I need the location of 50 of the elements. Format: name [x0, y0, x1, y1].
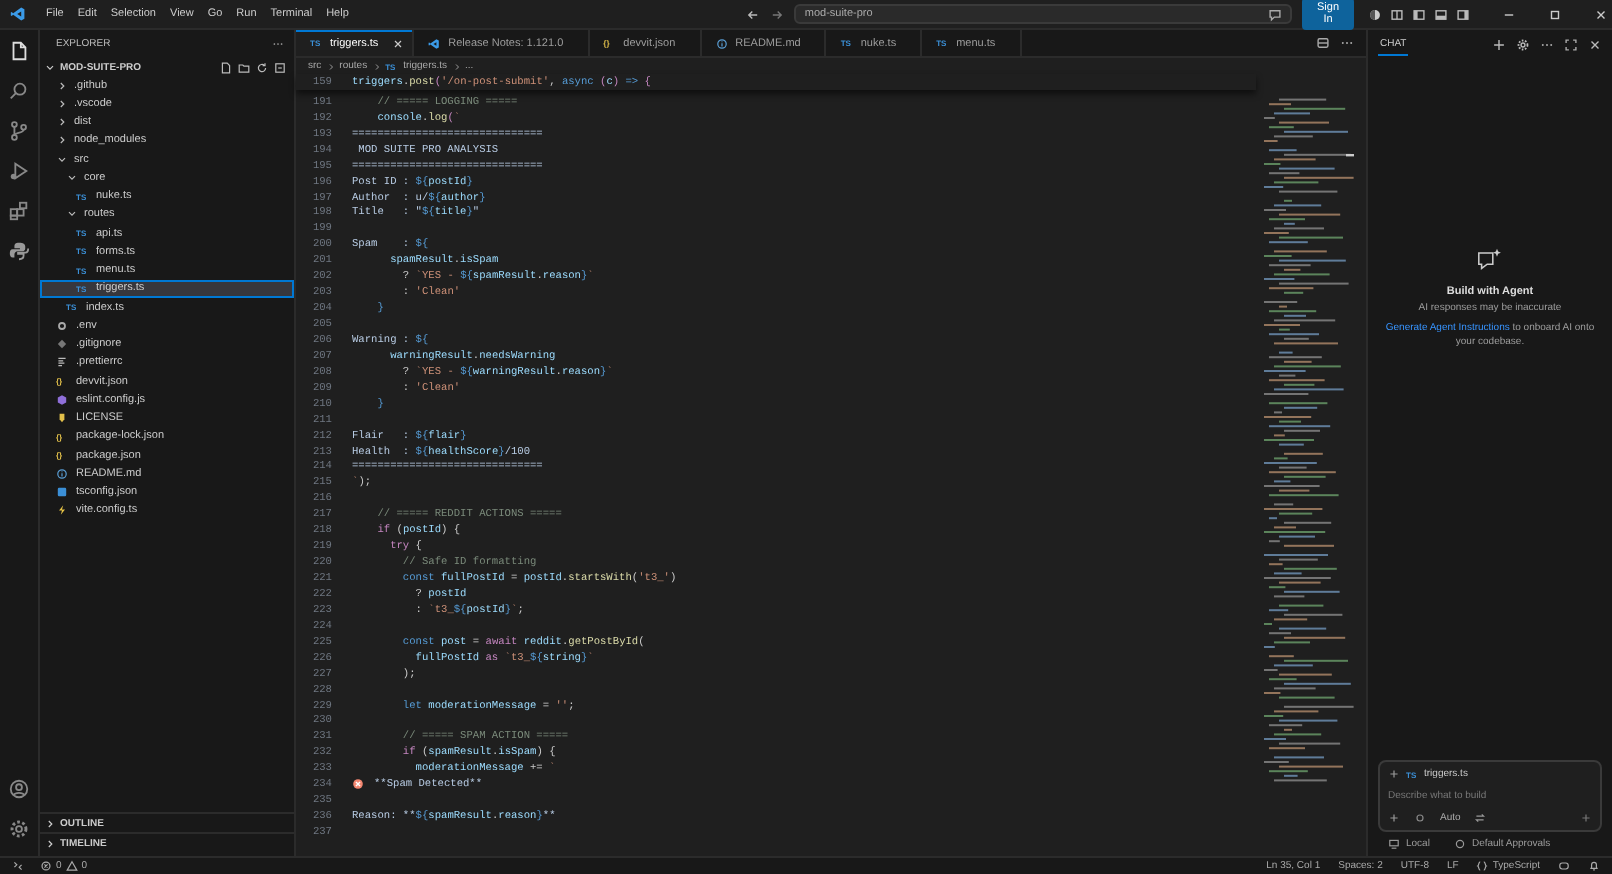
error-icon[interactable]	[352, 778, 364, 791]
maximize-icon[interactable]	[1564, 37, 1578, 51]
snake-logo-icon[interactable]	[8, 240, 30, 262]
chevron-down-icon	[66, 208, 78, 221]
chevron-down-icon[interactable]	[44, 61, 56, 73]
refresh-icon[interactable]	[256, 61, 268, 73]
close-icon[interactable]	[392, 37, 405, 49]
file-type-icon	[56, 356, 68, 369]
source-control-icon[interactable]	[8, 120, 30, 142]
extensions-icon[interactable]	[8, 200, 30, 222]
plus-icon[interactable]	[1388, 768, 1400, 780]
secondary-sidebar-icon[interactable]	[1456, 7, 1471, 21]
sidebar-toggle-icon[interactable]	[1412, 7, 1427, 21]
close-icon[interactable]	[1588, 37, 1602, 51]
error-icon	[40, 860, 52, 872]
swap-icon[interactable]	[1474, 812, 1487, 824]
app-logo-icon	[428, 37, 441, 49]
warning-icon	[65, 860, 78, 872]
chevron-right-icon	[325, 61, 336, 71]
back-arrow-icon[interactable]	[746, 7, 761, 21]
plus-icon[interactable]	[1388, 812, 1400, 824]
circle-icon	[1453, 838, 1466, 850]
chat-icon[interactable]	[1267, 7, 1282, 21]
chevron-right-icon	[371, 61, 382, 71]
chat-sparkle-icon	[1476, 246, 1504, 275]
plus-icon[interactable]	[1492, 37, 1506, 51]
remote-icon[interactable]	[12, 860, 24, 872]
new-folder-icon[interactable]	[238, 61, 250, 73]
settings-icon[interactable]	[8, 818, 30, 840]
search-icon[interactable]	[8, 80, 30, 102]
info-icon	[715, 37, 728, 49]
forward-arrow-icon[interactable]	[770, 7, 785, 21]
account-icon[interactable]	[8, 778, 30, 800]
tools-icon[interactable]	[1414, 812, 1426, 824]
collapse-all-icon[interactable]	[274, 61, 286, 73]
panel-toggle-icon[interactable]	[1434, 7, 1449, 21]
file-type-icon	[56, 467, 68, 480]
settings-icon[interactable]	[1516, 37, 1530, 51]
app-logo-icon	[10, 6, 26, 22]
layout-icon[interactable]	[1390, 7, 1405, 21]
restore-icon[interactable]	[1548, 7, 1563, 21]
close-icon[interactable]	[1594, 7, 1609, 21]
run-debug-icon[interactable]	[8, 160, 30, 182]
monitor-icon	[1388, 838, 1400, 850]
new-file-icon[interactable]	[220, 61, 232, 73]
files-icon[interactable]	[8, 40, 30, 62]
chevron-right-icon	[451, 61, 462, 71]
braces-icon	[1476, 860, 1489, 872]
split-editor-icon[interactable]	[1316, 36, 1330, 50]
notification-bell-icon[interactable]	[1588, 860, 1600, 872]
